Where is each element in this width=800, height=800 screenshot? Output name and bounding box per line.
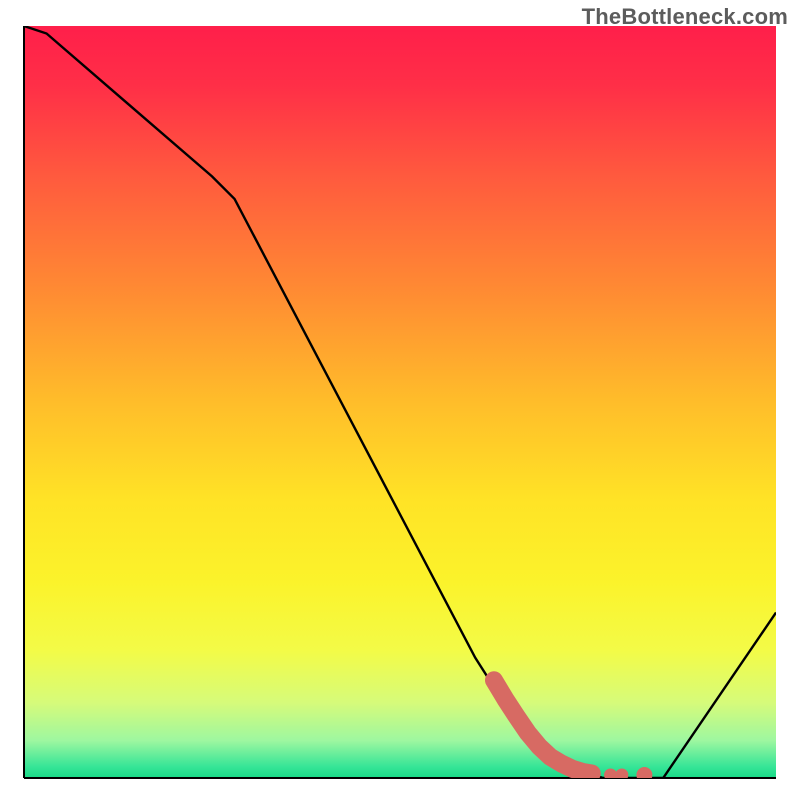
watermark-text: TheBottleneck.com [582, 4, 788, 30]
plot-background [24, 26, 776, 778]
chart-frame: TheBottleneck.com [0, 0, 800, 800]
bottleneck-chart [0, 0, 800, 800]
